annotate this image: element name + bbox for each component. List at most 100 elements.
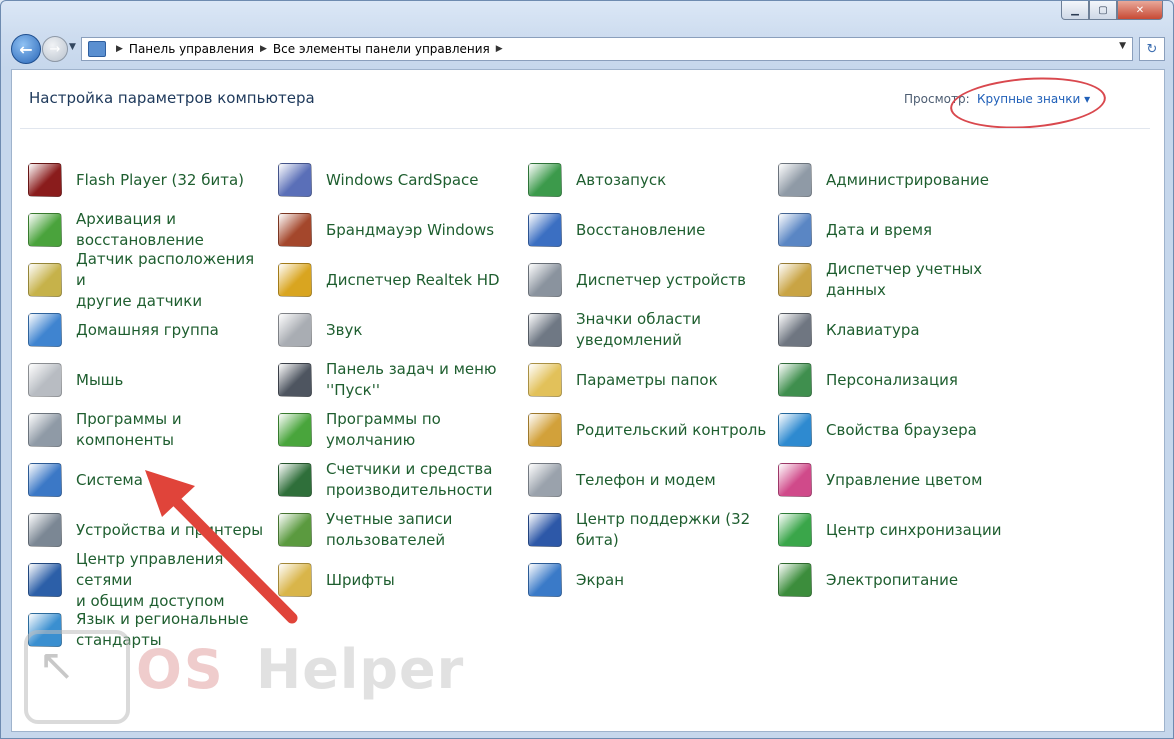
control-panel-item[interactable]: Автозапуск [528, 158, 768, 202]
control-panel-item[interactable]: Восстановление [528, 208, 768, 252]
control-panel-item-label: Мышь [76, 370, 124, 389]
control-panel-item[interactable]: Звук [278, 308, 518, 352]
chevron-right-icon[interactable]: ▶ [260, 44, 267, 54]
divider [20, 128, 1150, 129]
control-panel-item-label: Дата и время [826, 220, 933, 239]
control-panel-item[interactable]: Значки области уведомлений [528, 308, 768, 352]
watermark-brand-helper: Helper [256, 638, 465, 701]
control-panel-item-label: Датчик расположения и другие датчики [76, 249, 255, 310]
control-panel-item-label: Центр управления сетями и общим доступом [76, 549, 225, 610]
control-panel-item[interactable]: Датчик расположения и другие датчики [28, 250, 268, 310]
cursor-arrow-icon: ↖ [38, 640, 75, 691]
control-panel-item-label: Администрирование [826, 170, 990, 189]
annotation-ellipse [948, 72, 1108, 134]
control-panel-item-label: Диспетчер устройств [576, 270, 747, 289]
page-title: Настройка параметров компьютера [29, 89, 315, 107]
date-time-icon [778, 213, 812, 247]
control-panel-item[interactable]: Родительский контроль [528, 408, 768, 452]
chevron-right-icon[interactable]: ▶ [116, 44, 123, 54]
control-panel-item[interactable]: Программы по умолчанию [278, 408, 518, 452]
control-panel-item-label: Родительский контроль [576, 420, 767, 439]
control-panel-item[interactable]: Мышь [28, 358, 268, 402]
breadcrumb-all-items[interactable]: Все элементы панели управления [273, 42, 490, 56]
control-panel-item[interactable]: Диспетчер учетных данных [778, 258, 1018, 302]
watermark-brand-os: OS [136, 638, 225, 701]
control-panel-item[interactable]: Домашняя группа [28, 308, 268, 352]
system-icon [28, 463, 62, 497]
administrative-tools-icon [778, 163, 812, 197]
control-panel-item[interactable]: Клавиатура [778, 308, 1018, 352]
control-panel-item[interactable]: Flash Player (32 бита) [28, 158, 268, 202]
network-center-icon [28, 563, 62, 597]
control-panel-item-label: Электропитание [826, 570, 959, 589]
control-panel-item[interactable]: Диспетчер устройств [528, 258, 768, 302]
control-panel-item[interactable]: Программы и компоненты [28, 408, 268, 452]
control-panel-item[interactable]: Устройства и принтеры [28, 508, 268, 552]
autoplay-icon [528, 163, 562, 197]
power-options-icon [778, 563, 812, 597]
control-panel-item[interactable]: Windows CardSpace [278, 158, 518, 202]
control-panel-item[interactable]: Администрирование [778, 158, 1018, 202]
close-button[interactable]: ✕ [1117, 1, 1163, 20]
control-panel-item[interactable]: Центр синхронизации [778, 508, 1018, 552]
window-frame: ▁ ▢ ✕ ← → ▼ ▶ Панель управления ▶ Все эл… [0, 0, 1174, 739]
address-dropdown-icon[interactable]: ▼ [1119, 41, 1126, 51]
fonts-icon [278, 563, 312, 597]
control-panel-item[interactable]: Персонализация [778, 358, 1018, 402]
control-panel-item[interactable]: Диспетчер Realtek HD [278, 258, 518, 302]
forward-button[interactable]: → [42, 36, 68, 62]
user-accounts-icon [278, 513, 312, 547]
realtek-icon [278, 263, 312, 297]
control-panel-item-label: Управление цветом [826, 470, 983, 489]
window-controls: ▁ ▢ ✕ [1061, 1, 1163, 20]
back-button[interactable]: ← [11, 34, 41, 64]
control-panel-item[interactable]: Телефон и модем [528, 458, 768, 502]
control-panel-item-label: Flash Player (32 бита) [76, 170, 245, 189]
homegroup-icon [28, 313, 62, 347]
control-panel-item-label: Персонализация [826, 370, 958, 389]
control-panel-item[interactable]: Система [28, 458, 268, 502]
control-panel-item[interactable]: Свойства браузера [778, 408, 1018, 452]
programs-features-icon [28, 413, 62, 447]
control-panel-item-label: Центр поддержки (32 бита) [576, 510, 751, 549]
folder-options-icon [528, 363, 562, 397]
recovery-icon [528, 213, 562, 247]
control-panel-item-label: Параметры папок [576, 370, 718, 389]
control-panel-item[interactable]: Панель задач и меню ''Пуск'' [278, 358, 518, 402]
control-panel-item[interactable]: Параметры папок [528, 358, 768, 402]
control-panel-icon [88, 41, 106, 57]
control-panel-item-label: Шрифты [326, 570, 395, 589]
chevron-right-icon[interactable]: ▶ [496, 44, 503, 54]
control-panel-item[interactable]: Центр управления сетями и общим доступом [28, 550, 268, 610]
breadcrumb-control-panel[interactable]: Панель управления [129, 42, 254, 56]
control-panel-item[interactable]: Центр поддержки (32 бита) [528, 508, 768, 552]
address-bar[interactable]: ▶ Панель управления ▶ Все элементы панел… [81, 37, 1133, 61]
maximize-button[interactable]: ▢ [1089, 1, 1117, 20]
flash-player-icon [28, 163, 62, 197]
control-panel-item[interactable]: Дата и время [778, 208, 1018, 252]
control-panel-item[interactable]: Учетные записи пользователей [278, 508, 518, 552]
control-panel-item[interactable]: Электропитание [778, 558, 1018, 602]
firewall-icon [278, 213, 312, 247]
sync-center-icon [778, 513, 812, 547]
internet-options-icon [778, 413, 812, 447]
display-icon [528, 563, 562, 597]
control-panel-item[interactable]: Счетчики и средства производительности [278, 458, 518, 502]
default-programs-icon [278, 413, 312, 447]
control-panel-item[interactable]: Управление цветом [778, 458, 1018, 502]
control-panel-item[interactable]: Шрифты [278, 558, 518, 602]
minimize-button[interactable]: ▁ [1061, 1, 1089, 20]
recent-pages-dropdown[interactable]: ▼ [69, 42, 76, 52]
control-panel-item[interactable]: Экран [528, 558, 768, 602]
performance-icon [278, 463, 312, 497]
control-panel-item-label: Значки области уведомлений [576, 310, 701, 349]
control-panel-item[interactable]: Брандмауэр Windows [278, 208, 518, 252]
control-panel-item[interactable]: Архивация и восстановление [28, 208, 268, 252]
control-panel-item-label: Программы по умолчанию [326, 410, 441, 449]
color-management-icon [778, 463, 812, 497]
control-panel-item-label: Клавиатура [826, 320, 920, 339]
parental-controls-icon [528, 413, 562, 447]
control-panel-item-label: Панель задач и меню ''Пуск'' [326, 360, 497, 399]
refresh-button[interactable]: ↻ [1139, 37, 1165, 61]
devices-printers-icon [28, 513, 62, 547]
